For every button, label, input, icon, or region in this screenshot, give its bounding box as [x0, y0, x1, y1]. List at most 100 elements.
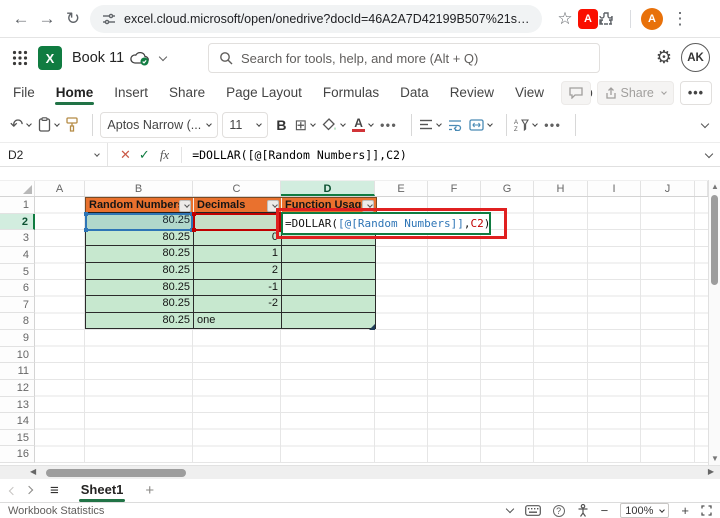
font-color-button[interactable]: A [352, 117, 374, 132]
keyboard-icon[interactable] [524, 505, 541, 516]
cell-B3[interactable]: 80.25 [86, 229, 194, 247]
row-header-9[interactable]: 9 [0, 330, 35, 347]
cell-D8[interactable] [282, 312, 376, 330]
table-resize-handle[interactable] [369, 324, 375, 330]
tab-view[interactable]: View [514, 80, 545, 105]
bold-button[interactable]: B [276, 117, 286, 133]
cell-B8[interactable]: 80.25 [86, 312, 194, 330]
formula-bar-expand-icon[interactable] [704, 149, 714, 158]
account-avatar[interactable]: AK [681, 43, 710, 72]
row-header-5[interactable]: 5 [0, 263, 35, 281]
app-launcher-icon[interactable] [12, 50, 28, 66]
row-header-14[interactable]: 14 [0, 413, 35, 430]
row-header-6[interactable]: 6 [0, 280, 35, 297]
insert-function-icon[interactable]: fx [160, 147, 169, 163]
row-header-11[interactable]: 11 [0, 363, 35, 380]
tab-formulas[interactable]: Formulas [322, 80, 380, 105]
cell-C8[interactable]: one [194, 312, 282, 330]
fullscreen-icon[interactable] [701, 505, 712, 516]
back-icon[interactable]: ← [8, 9, 34, 29]
formula-input[interactable]: =DOLLAR([@[Random Numbers]],C2) [192, 148, 407, 162]
cell-B5[interactable]: 80.25 [86, 262, 194, 280]
vertical-scrollbar[interactable]: ▲ ▼ [708, 180, 720, 465]
zoom-out-icon[interactable]: − [601, 503, 609, 518]
scroll-right-icon[interactable]: ▶ [708, 467, 714, 476]
reload-icon[interactable]: ↻ [60, 9, 86, 29]
status-chevron-icon[interactable] [505, 504, 514, 513]
tab-page-layout[interactable]: Page Layout [225, 80, 303, 105]
font-more-button[interactable]: ••• [380, 118, 397, 132]
prev-sheet-icon[interactable] [8, 486, 18, 495]
row-header-1[interactable]: 1 [0, 197, 35, 214]
col-header-J[interactable]: J [641, 181, 695, 196]
cell-B7[interactable]: 80.25 [86, 296, 194, 313]
scroll-down-icon[interactable]: ▼ [709, 454, 720, 463]
col-header-G[interactable]: G [481, 181, 534, 196]
ribbon-more-button[interactable]: ••• [679, 81, 712, 105]
cell-B4[interactable]: 80.25 [86, 246, 194, 263]
wrap-text-button[interactable] [448, 119, 462, 131]
tab-share[interactable]: Share [168, 80, 206, 105]
excel-logo-icon[interactable]: X [38, 46, 62, 70]
tab-file[interactable]: File [12, 80, 36, 105]
col-header-A[interactable]: A [35, 181, 85, 196]
col-header-H[interactable]: H [534, 181, 588, 196]
cell-C3[interactable]: 0 [194, 229, 282, 247]
tab-insert[interactable]: Insert [113, 80, 149, 105]
title-dropdown-icon[interactable] [158, 52, 168, 62]
merge-cells-button[interactable] [469, 118, 494, 131]
font-size-select[interactable]: 11 [222, 111, 269, 138]
scroll-up-icon[interactable]: ▲ [709, 182, 720, 191]
forward-icon[interactable]: → [34, 9, 60, 29]
cell-D6[interactable] [282, 279, 376, 297]
name-box-dropdown-icon[interactable] [94, 150, 100, 157]
cell-D5[interactable] [282, 262, 376, 280]
browser-menu-icon[interactable]: ⋮ [667, 9, 693, 29]
row-header-2[interactable]: 2 [0, 213, 35, 231]
row-header-8[interactable]: 8 [0, 313, 35, 330]
row-header-4[interactable]: 4 [0, 246, 35, 264]
cell-C4[interactable]: 1 [194, 246, 282, 263]
paste-button[interactable] [38, 117, 61, 132]
col-header-E[interactable]: E [375, 181, 428, 196]
sheet-list-icon[interactable]: ≡ [50, 482, 59, 499]
horizontal-scroll-thumb[interactable] [46, 469, 186, 477]
select-all-corner[interactable] [0, 181, 35, 196]
col-header-I[interactable]: I [588, 181, 641, 196]
cancel-entry-icon[interactable]: ✕ [120, 147, 131, 163]
table-header-decimals[interactable]: Decimals [194, 198, 282, 212]
fill-color-button[interactable] [322, 117, 346, 132]
font-name-select[interactable]: Aptos Narrow (... [100, 111, 219, 138]
cell-D4[interactable] [282, 246, 376, 263]
row-header-3[interactable]: 3 [0, 230, 35, 247]
col-header-D[interactable]: D [281, 181, 375, 196]
ribbon-overflow-button[interactable]: ••• [544, 118, 561, 132]
col-header-C[interactable]: C [193, 181, 281, 196]
align-button[interactable] [419, 119, 443, 130]
col-header-F[interactable]: F [428, 181, 481, 196]
scroll-left-icon[interactable]: ◀ [30, 467, 36, 476]
address-bar[interactable]: excel.cloud.microsoft/open/onedrive?docI… [90, 4, 542, 33]
format-painter-icon[interactable] [66, 117, 79, 132]
browser-profile-avatar[interactable]: A [641, 7, 663, 30]
tab-review[interactable]: Review [449, 80, 495, 105]
cell-D7[interactable] [282, 296, 376, 313]
site-settings-icon[interactable] [102, 12, 116, 26]
pdf-extension-icon[interactable]: A [578, 8, 598, 29]
row-header-15[interactable]: 15 [0, 429, 35, 447]
extensions-icon[interactable] [598, 11, 624, 27]
name-box[interactable]: D2 [0, 143, 108, 166]
ribbon-collapse-icon[interactable] [700, 119, 710, 128]
add-sheet-icon[interactable]: + [145, 482, 154, 499]
sort-filter-button[interactable]: AZ [514, 118, 539, 132]
zoom-level-select[interactable]: 100% [620, 503, 670, 518]
help-icon[interactable]: ? [552, 504, 565, 517]
row-header-13[interactable]: 13 [0, 396, 35, 414]
borders-button[interactable]: ⊞ [295, 116, 316, 134]
vertical-scroll-thumb[interactable] [711, 195, 718, 285]
cell-C6[interactable]: -1 [194, 279, 282, 297]
next-sheet-icon[interactable] [24, 485, 34, 494]
row-header-7[interactable]: 7 [0, 296, 35, 314]
horizontal-scrollbar[interactable]: ◀ ▶ [0, 465, 720, 479]
tab-home[interactable]: Home [54, 80, 95, 105]
